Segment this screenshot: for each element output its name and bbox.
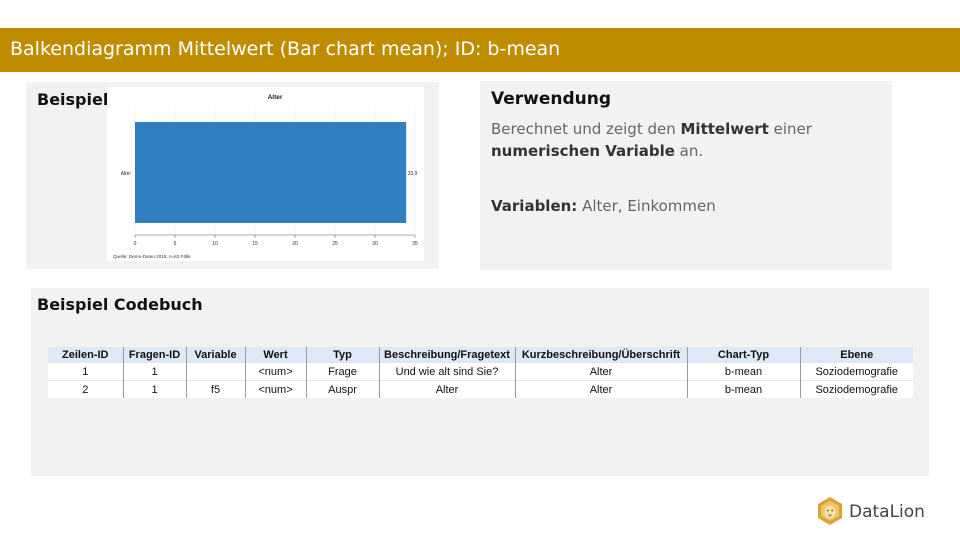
chart-tick-label: 25: [332, 241, 338, 247]
example-chart: Alter Alter 33,9 0 5 10 15 20 25 30 35 Quelle: …: [107, 87, 424, 261]
table-cell: 1: [122, 380, 186, 398]
table-cell: f5: [185, 380, 245, 398]
bar-chart: Alter Alter 33,9 0 5 10 15 20 25 30 35 Quelle: …: [113, 94, 418, 259]
table-cell: 1: [48, 362, 123, 381]
header-cell: Fragen-ID: [122, 347, 186, 363]
chart-tick-label: 35: [412, 241, 418, 247]
usage-variables: Variablen: Alter, Einkommen: [491, 195, 881, 217]
logo-text: DataLion: [849, 502, 925, 522]
table-cell: Und wie alt sind Sie?: [378, 362, 515, 381]
header-cell: Kurzbeschreibung/Überschrift: [514, 347, 687, 363]
chart-tick-label: 0: [134, 241, 137, 247]
chart-title: Alter: [268, 94, 283, 101]
chart-data-label: 33,9: [408, 171, 418, 177]
table-cell: 2: [48, 380, 123, 398]
usage-desc-bold-1: Mittelwert: [680, 120, 769, 138]
header-cell: Ebene: [799, 347, 913, 363]
title-bar: Balkendiagramm Mittelwert (Bar chart mea…: [0, 28, 960, 72]
table-cell: b-mean: [686, 380, 800, 398]
codebook-table: Zeilen-ID Fragen-ID Variable Wert Typ Be…: [48, 347, 913, 398]
page-title: Balkendiagramm Mittelwert (Bar chart mea…: [10, 38, 561, 60]
table-cell: Auspr: [305, 380, 379, 398]
usage-description: Berechnet und zeigt den Mittelwert einer…: [491, 118, 881, 162]
lion-icon: [818, 497, 842, 525]
table-cell: Soziodemografie: [799, 362, 913, 381]
table-cell: Alter: [514, 380, 687, 398]
chart-tick-label: 20: [292, 241, 298, 247]
chart-tick-label: 5: [174, 241, 177, 247]
chart-source: Quelle: Demo-Daten 2018, n=82 Fälle: [113, 254, 191, 259]
example-label: Beispiel: [37, 90, 109, 109]
table-header-row: Zeilen-ID Fragen-ID Variable Wert Typ Be…: [48, 347, 913, 363]
codebook-label: Beispiel Codebuch: [37, 295, 203, 314]
header-cell: Typ: [305, 347, 379, 363]
chart-tick-label: 10: [212, 241, 218, 247]
chart-bar-alter: [135, 122, 407, 223]
usage-desc-bold-2: numerischen Variable: [491, 142, 675, 160]
table-row: 2 1 f5 <num> Auspr Alter Alter b-mean So…: [48, 380, 913, 398]
usage-desc-2: einer: [768, 120, 812, 138]
chart-tick-label: 15: [252, 241, 258, 247]
usage-panel: Verwendung Berechnet und zeigt den Mitte…: [480, 81, 892, 270]
chart-x-ticks: 0 5 10 15 20 25 30 35: [134, 235, 418, 247]
table-cell: Alter: [378, 380, 515, 398]
table-cell: 1: [122, 362, 186, 381]
header-cell: Chart-Typ: [686, 347, 800, 363]
usage-label: Verwendung: [491, 89, 612, 109]
table-cell: Frage: [305, 362, 379, 381]
table-cell: <num>: [244, 380, 306, 398]
table-cell: [185, 362, 245, 381]
table-cell: b-mean: [686, 362, 800, 381]
table-cell: Soziodemografie: [799, 380, 913, 398]
header-cell: Zeilen-ID: [48, 347, 123, 363]
table-cell: <num>: [244, 362, 306, 381]
usage-desc-1: Berechnet und zeigt den: [491, 120, 681, 138]
chart-tick-label: 30: [372, 241, 378, 247]
header-cell: Beschreibung/Fragetext: [378, 347, 515, 363]
variables-label: Variablen:: [491, 197, 578, 215]
table-row: 1 1 <num> Frage Und wie alt sind Sie? Al…: [48, 362, 913, 381]
chart-category-label: Alter: [121, 171, 132, 177]
table-cell: Alter: [514, 362, 687, 381]
header-cell: Variable: [185, 347, 245, 363]
usage-desc-3: an.: [674, 142, 704, 160]
variables-value: Alter, Einkommen: [577, 197, 716, 215]
header-cell: Wert: [244, 347, 306, 363]
